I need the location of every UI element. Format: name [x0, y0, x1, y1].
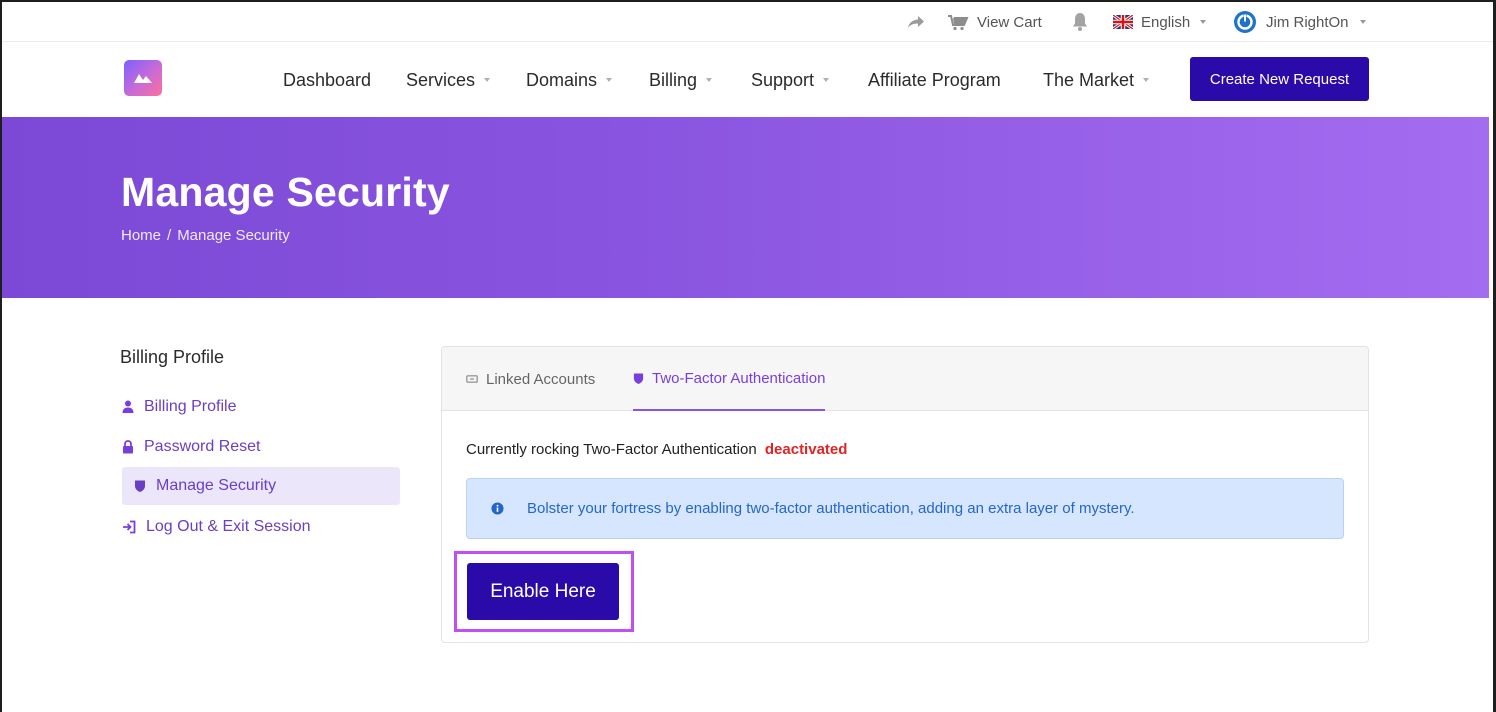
nav-the-market[interactable]: The Market	[1043, 68, 1150, 92]
chevron-down-icon	[484, 78, 491, 82]
breadcrumb-separator: /	[167, 227, 172, 244]
info-alert-text: Bolster your fortress by enabling two-fa…	[527, 500, 1135, 517]
logo-mark-icon	[134, 74, 152, 83]
info-alert: Bolster your fortress by enabling two-fa…	[466, 478, 1344, 539]
tab-two-factor-authentication[interactable]: Two-Factor Authentication	[633, 347, 826, 411]
nav-affiliate-label: Affiliate Program	[868, 69, 1001, 90]
nav-dashboard[interactable]: Dashboard	[283, 68, 371, 92]
notification-bell-icon[interactable]	[1071, 12, 1089, 32]
brand-logo[interactable]	[124, 60, 162, 96]
nav-dashboard-label: Dashboard	[283, 69, 372, 90]
view-cart-label: View Cart	[977, 13, 1042, 31]
language-label: English	[1141, 13, 1191, 31]
breadcrumb-home-link[interactable]: Home	[121, 227, 161, 244]
uk-flag-icon	[1113, 15, 1133, 29]
nav-services[interactable]: Services	[406, 68, 491, 92]
nav-support-label: Support	[751, 69, 815, 90]
nav-market-label: The Market	[1043, 69, 1135, 90]
tab-linked-accounts-label: Linked Accounts	[486, 370, 596, 388]
nav-domains[interactable]: Domains	[526, 68, 613, 92]
nav-services-label: Services	[406, 69, 476, 90]
breadcrumb-current: Manage Security	[177, 227, 290, 244]
security-settings-card: Linked Accounts Two-Factor Authenticatio…	[441, 346, 1369, 643]
link-icon	[466, 375, 478, 383]
nav-billing[interactable]: Billing	[649, 68, 713, 92]
sidebar-item-label: Log Out & Exit Session	[146, 518, 311, 535]
language-selector[interactable]: English	[1113, 11, 1207, 33]
chevron-down-icon	[606, 78, 613, 82]
tab-linked-accounts[interactable]: Linked Accounts	[466, 347, 595, 411]
shield-icon	[135, 480, 145, 492]
status-prefix: Currently rocking Two-Factor Authenticat…	[466, 441, 757, 458]
tab-bar: Linked Accounts Two-Factor Authenticatio…	[442, 347, 1368, 411]
nav-affiliate-program[interactable]: Affiliate Program	[868, 68, 1001, 92]
user-icon	[122, 400, 134, 413]
nav-domains-label: Domains	[526, 69, 598, 90]
status-value: deactivated	[764, 441, 848, 458]
tab-2fa-label: Two-Factor Authentication	[652, 369, 826, 387]
logout-icon	[123, 520, 136, 534]
create-new-request-button[interactable]: Create New Request	[1190, 57, 1369, 101]
enable-two-factor-button[interactable]: Enable Here	[467, 563, 619, 620]
sidebar-item-label: Manage Security	[156, 477, 277, 494]
chevron-down-icon	[1359, 20, 1366, 24]
view-cart-link[interactable]: View Cart	[947, 11, 1042, 33]
breadcrumb: Home / Manage Security	[121, 227, 290, 244]
shield-icon	[633, 372, 644, 384]
sidebar-item-billing-profile[interactable]: Billing Profile	[122, 388, 400, 426]
two-factor-status: Currently rocking Two-Factor Authenticat…	[466, 441, 847, 458]
sidebar-item-label: Password Reset	[144, 438, 261, 455]
info-icon	[491, 502, 504, 515]
sidebar-item-password-reset[interactable]: Password Reset	[122, 428, 400, 466]
lock-icon	[123, 440, 133, 454]
page-header-banner: Manage Security Home / Manage Security	[2, 117, 1489, 298]
chevron-down-icon	[706, 78, 713, 82]
page-title: Manage Security	[121, 169, 450, 215]
chevron-down-icon	[1143, 78, 1150, 82]
sidebar-item-label: Billing Profile	[144, 398, 237, 415]
chevron-down-icon	[823, 78, 830, 82]
share-icon[interactable]	[906, 12, 926, 32]
user-name: Jim RightOn	[1266, 13, 1349, 31]
nav-support[interactable]: Support	[751, 68, 830, 92]
cart-icon	[948, 15, 969, 31]
top-utility-bar: View Cart English Jim RightOn	[2, 2, 1493, 42]
user-menu[interactable]: Jim RightOn	[1233, 10, 1366, 34]
main-navigation: Dashboard Services Domains Billing Suppo…	[2, 42, 1493, 117]
nav-billing-label: Billing	[649, 69, 698, 90]
sidebar-item-logout[interactable]: Log Out & Exit Session	[122, 508, 400, 546]
enable-button-highlight: Enable Here	[454, 551, 634, 632]
chevron-down-icon	[1200, 20, 1207, 24]
sidebar-item-manage-security[interactable]: Manage Security	[122, 467, 400, 505]
sidebar-title: Billing Profile	[120, 347, 225, 367]
power-icon	[1234, 11, 1256, 33]
